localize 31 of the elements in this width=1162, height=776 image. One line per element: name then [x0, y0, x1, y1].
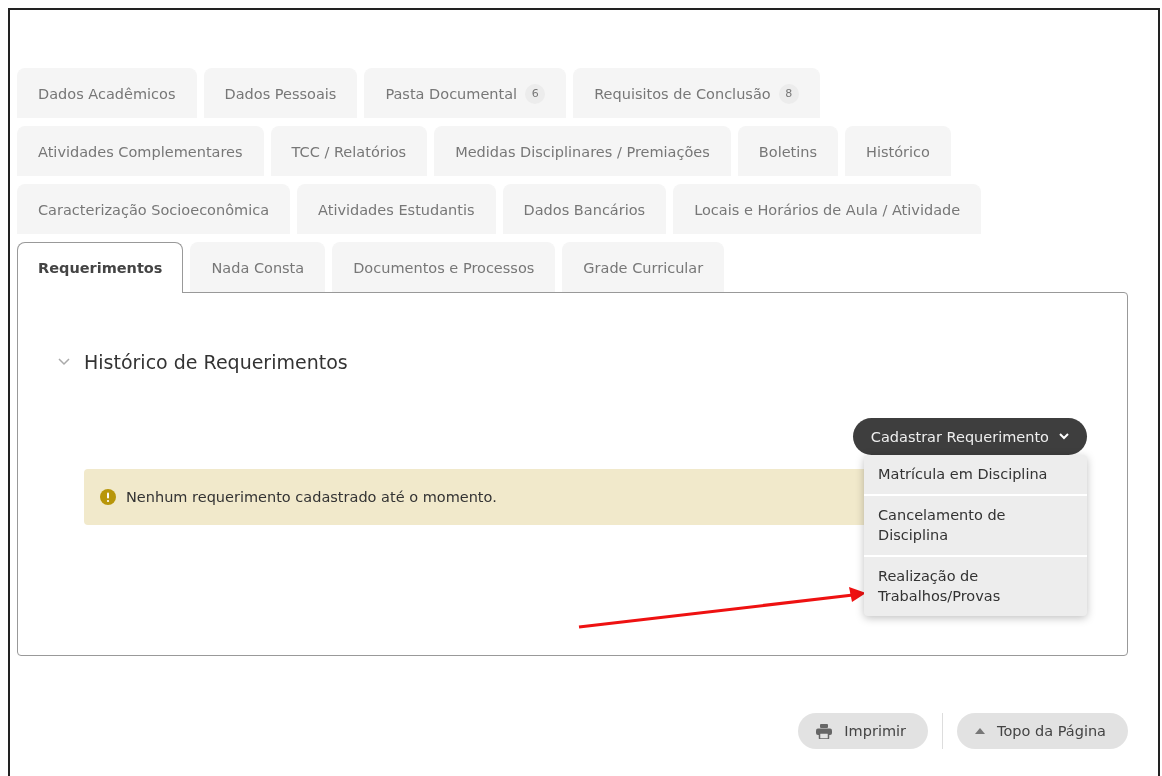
tab[interactable]: Histórico: [845, 126, 951, 176]
chevron-icon[interactable]: [58, 358, 70, 366]
tab[interactable]: Documentos e Processos: [332, 242, 556, 292]
tab[interactable]: Grade Curricular: [562, 242, 725, 292]
printer-icon: [816, 723, 833, 739]
tab[interactable]: Boletins: [737, 126, 839, 176]
tab[interactable]: Dados Pessoais: [203, 68, 358, 118]
tab[interactable]: Nada Consta: [190, 242, 326, 292]
menu-item[interactable]: Matrícula em Disciplina: [864, 455, 1087, 494]
tab[interactable]: Atividades Complementares: [17, 126, 264, 176]
tab[interactable]: TCC / Relatórios: [270, 126, 428, 176]
back-to-top-button[interactable]: Topo da Página: [957, 713, 1128, 749]
tab[interactable]: Medidas Disciplinares / Premiações: [434, 126, 731, 176]
caret-up-icon: [975, 728, 986, 734]
tab[interactable]: Locais e Horários de Aula / Atividade: [673, 184, 982, 234]
tab[interactable]: Atividades Estudantis: [297, 184, 496, 234]
caret-icon: [1059, 433, 1069, 440]
tab[interactable]: Requerimentos: [17, 242, 184, 293]
section-title: Histórico de Requerimentos: [84, 351, 348, 373]
tab[interactable]: Caracterização Socioeconômica: [17, 184, 291, 234]
count-badge: 6: [525, 83, 546, 104]
tab[interactable]: Pasta Documental 6: [364, 68, 567, 118]
tab[interactable]: Requisitos de Conclusão 8: [573, 68, 820, 118]
tab[interactable]: Dados Acadêmicos: [17, 68, 197, 118]
menu-item[interactable]: Realização de Trabalhos/Provas: [864, 555, 1087, 616]
count-badge: 8: [778, 83, 799, 104]
warning-icon: [100, 489, 116, 505]
register-request-button[interactable]: Cadastrar Requerimento: [852, 418, 1087, 455]
tab[interactable]: Dados Bancários: [502, 184, 667, 234]
print-button[interactable]: Imprimir: [798, 713, 929, 749]
alert-text: Nenhum requerimento cadastrado até o momento.: [126, 489, 497, 505]
